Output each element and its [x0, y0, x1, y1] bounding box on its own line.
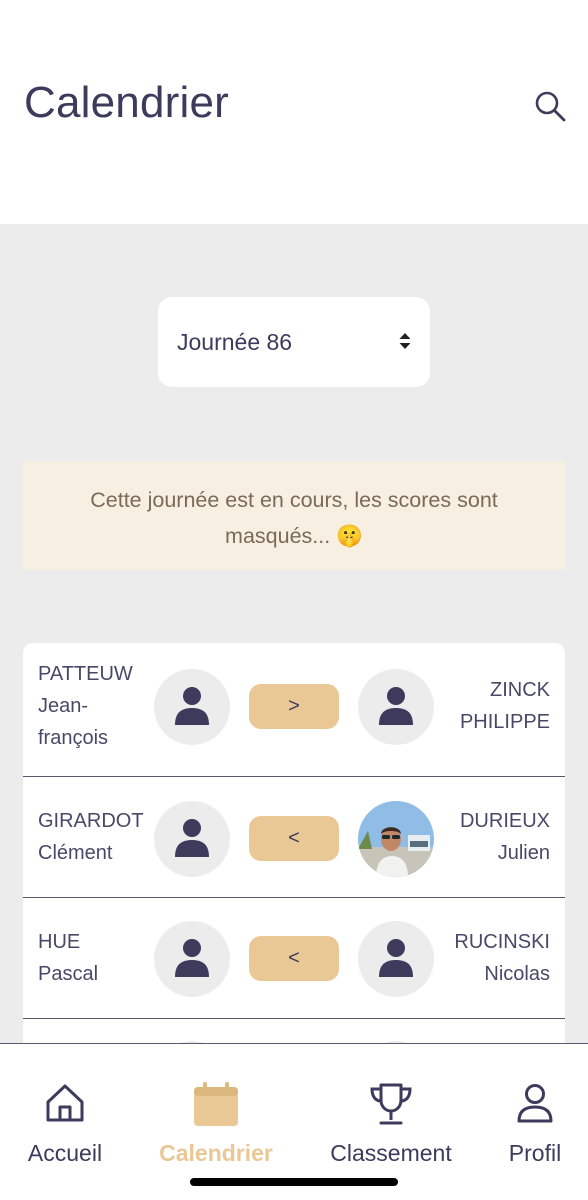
away-player-lastname: ZINCK	[490, 679, 550, 701]
result-badge: >	[249, 684, 339, 729]
away-avatar	[358, 921, 434, 997]
user-placeholder-icon	[379, 939, 413, 977]
tab-label: Accueil	[27, 1140, 103, 1166]
notice-text: Cette journée est en cours, les scores s…	[90, 488, 498, 548]
tab-calendrier[interactable]: Calendrier	[150, 1044, 282, 1174]
home-player-firstname: Jean-	[38, 695, 89, 717]
home-indicator	[190, 1178, 398, 1186]
result-badge: <	[249, 816, 339, 861]
tab-label: Classement	[330, 1140, 452, 1166]
round-in-progress-notice: Cette journée est en cours, les scores s…	[23, 461, 565, 570]
away-player-lastname: DURIEUX	[459, 810, 550, 832]
home-player-firstname: Clément	[38, 842, 113, 864]
away-avatar-photo	[358, 801, 434, 877]
home-player-lastname: GIRARDOT	[38, 810, 144, 832]
match-row[interactable]: GIRARDOT Clément < DURIEUX Julien	[23, 777, 565, 898]
away-player: RUCINSKI Nicolas	[440, 926, 550, 990]
home-player-lastname: PATTEUW	[38, 663, 133, 685]
away-player-firstname: PHILIPPE	[459, 711, 550, 733]
away-player-firstname: Julien	[497, 842, 550, 864]
calendar-icon	[194, 1082, 238, 1126]
profile-photo	[358, 801, 434, 877]
away-player: DURIEUX Julien	[440, 805, 550, 869]
away-player: ZINCK PHILIPPE	[440, 674, 550, 738]
round-select-value: Journée 86	[177, 329, 293, 355]
search-button[interactable]	[534, 90, 568, 124]
home-icon	[46, 1084, 84, 1122]
page-title: Calendrier	[24, 78, 229, 127]
trophy-icon	[370, 1083, 412, 1125]
user-placeholder-icon	[175, 939, 209, 977]
away-player-lastname: RUCINSKI	[454, 931, 550, 953]
home-player: PATTEUW Jean- françois	[38, 658, 148, 754]
tab-profil[interactable]: Profil	[494, 1044, 576, 1174]
away-avatar	[358, 669, 434, 745]
home-player-lastname: HUE	[38, 931, 81, 953]
tab-accueil[interactable]: Accueil	[0, 1044, 130, 1174]
tab-bar: Accueil Calendrier Classement Profil	[0, 1043, 588, 1200]
result-badge: <	[249, 936, 339, 981]
user-placeholder-icon	[379, 687, 413, 725]
home-player: GIRARDOT Clément	[38, 805, 148, 869]
match-list: PATTEUW Jean- françois > ZINCK PHILIPPE …	[23, 643, 565, 1063]
home-avatar	[154, 669, 230, 745]
user-icon	[517, 1084, 553, 1123]
home-player-firstname: Pascal	[38, 963, 99, 985]
tab-label: Profil	[508, 1140, 562, 1166]
home-player-firstname-cont: françois	[38, 727, 109, 749]
user-placeholder-icon	[175, 819, 209, 857]
search-icon	[535, 91, 566, 122]
match-row[interactable]: HUE Pascal < RUCINSKI Nicolas	[23, 898, 565, 1019]
match-row[interactable]: PATTEUW Jean- françois > ZINCK PHILIPPE	[23, 643, 565, 777]
header: Calendrier	[0, 0, 588, 224]
home-avatar	[154, 801, 230, 877]
tab-label: Calendrier	[159, 1140, 273, 1166]
away-player-firstname: Nicolas	[484, 963, 550, 985]
home-player: HUE Pascal	[38, 926, 148, 990]
home-avatar	[154, 921, 230, 997]
round-select[interactable]: Journée 86	[158, 297, 430, 387]
sort-arrows-icon	[399, 333, 411, 349]
user-placeholder-icon	[175, 687, 209, 725]
tab-classement[interactable]: Classement	[320, 1044, 462, 1174]
